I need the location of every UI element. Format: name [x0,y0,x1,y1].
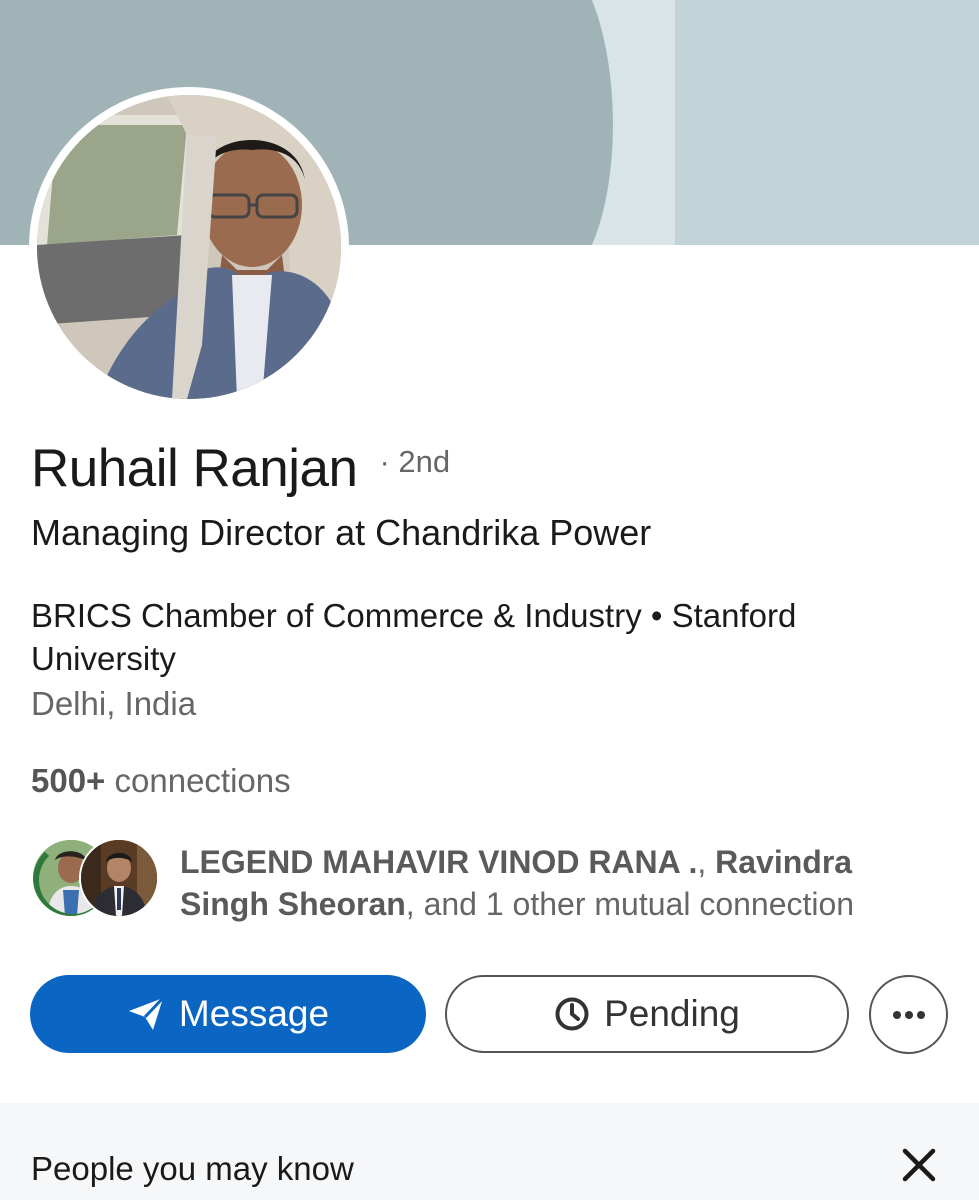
people-you-may-know-section: People you may know [0,1103,979,1200]
people-you-may-know-title: People you may know [31,1150,354,1187]
profile-headline: Managing Director at Chandrika Power [31,512,652,553]
profile-name: Ruhail Ranjan [31,439,358,498]
connections-number: 500+ [31,762,106,799]
connections-label: connections [114,762,291,799]
profile-photo-image [37,95,341,399]
mutual-avatar-2 [79,838,159,918]
more-actions-button[interactable] [869,975,948,1054]
mutual-separator: , [697,844,716,880]
mutual-rest: , and 1 other mutual connection [405,886,855,922]
mutual-connections-text[interactable]: LEGEND MAHAVIR VINOD RANA ., Ravindra Si… [180,841,940,925]
mutual-connection-avatars[interactable] [31,838,161,920]
connections-count[interactable]: 500+ connections [31,762,291,800]
profile-photo[interactable] [29,87,349,407]
pending-label: Pending [604,993,740,1034]
clock-icon [555,997,589,1031]
message-button[interactable]: Message [30,975,426,1053]
more-icon [892,1010,925,1019]
connection-degree: · 2nd [379,444,451,479]
profile-location: Delhi, India [31,685,197,722]
mutual-name-1: LEGEND MAHAVIR VINOD RANA . [180,844,698,880]
send-icon [128,997,165,1030]
name-row: Ruhail Ranjan · 2nd [31,438,450,499]
pending-button[interactable]: Pending [445,975,849,1053]
close-icon[interactable] [899,1145,939,1185]
profile-organizations: BRICS Chamber of Commerce & Industry • S… [31,597,797,677]
message-label: Message [178,993,330,1034]
